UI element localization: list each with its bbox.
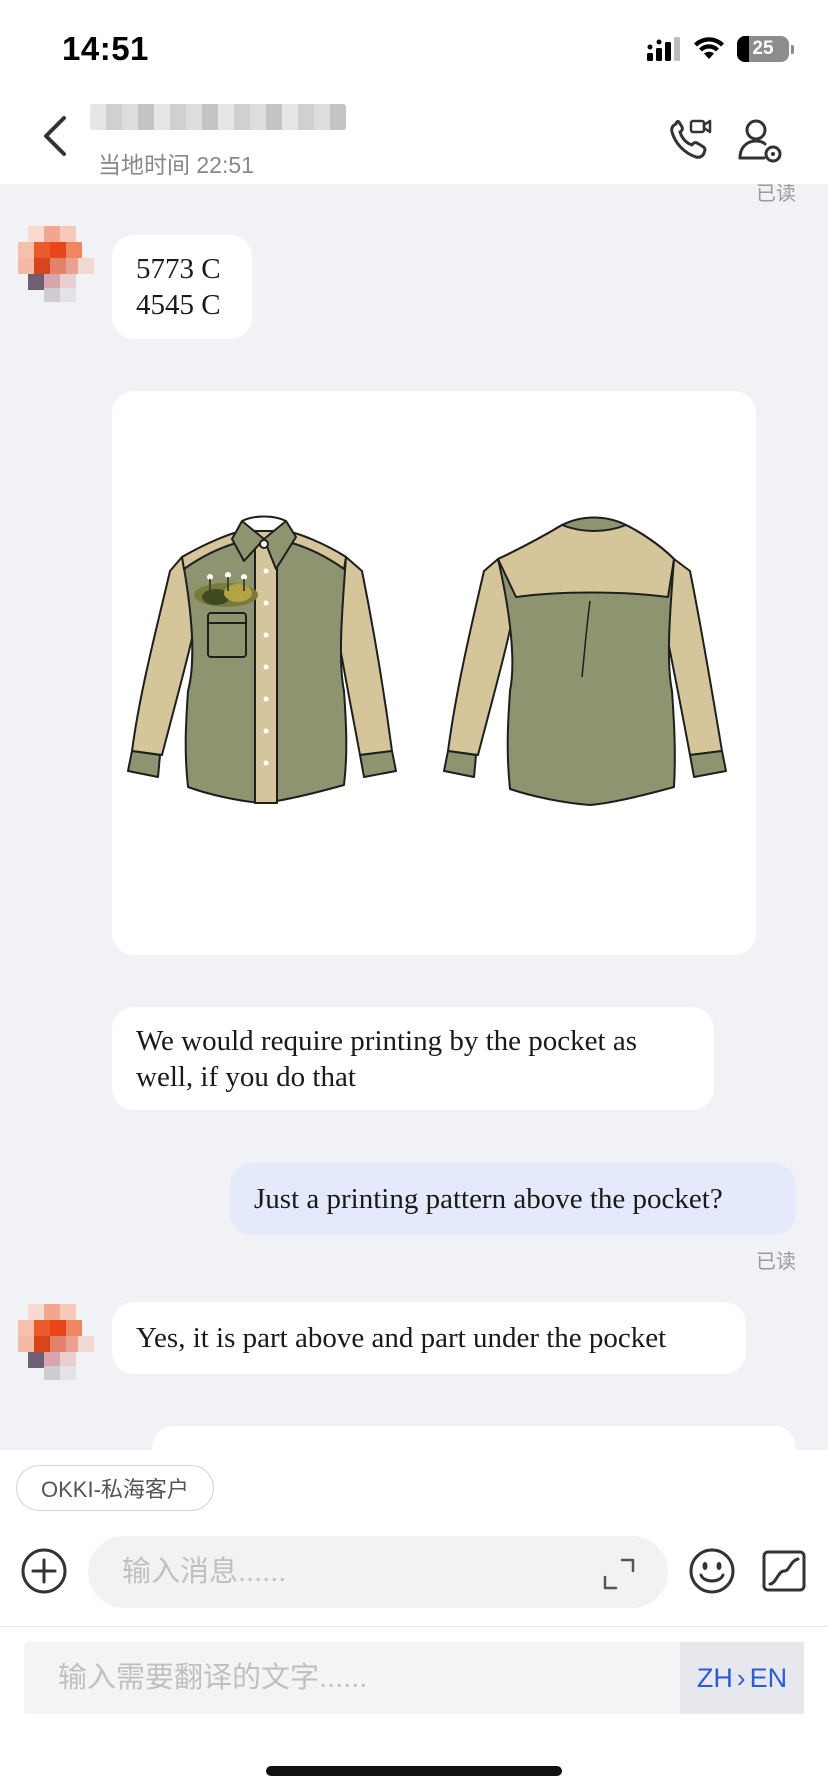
message-bubble-partial[interactable] [152,1426,796,1450]
shirt-front [127,515,397,804]
message-bubble[interactable]: Yes, it is part above and part under the… [112,1302,746,1374]
customer-tag-chip[interactable]: OKKI-私海客户 [16,1465,214,1511]
chevron-right-icon: › [736,1662,746,1693]
avatar[interactable] [18,226,94,302]
translate-bar: ZH › EN [24,1642,804,1714]
expand-input-button[interactable] [602,1557,636,1591]
emoji-button[interactable] [688,1547,736,1595]
message-bubble[interactable]: 5773 C 4545 C [112,235,252,339]
contact-settings-button[interactable] [736,116,784,164]
status-bar: 14:51 25 [0,0,828,96]
contact-local-time: 当地时间 22:51 [98,152,254,178]
divider [0,1626,828,1627]
message-text: Just a printing pattern above the pocket… [254,1183,723,1215]
shirt-front-back-image [127,515,727,806]
home-indicator [266,1766,562,1776]
status-icons: 25 [647,34,794,64]
chevron-left-icon [44,116,66,156]
video-call-icon [670,119,712,159]
translate-input[interactable] [24,1642,680,1714]
shirt-image-message[interactable] [112,391,756,955]
expand-icon [603,1558,635,1590]
wifi-icon [694,37,724,59]
battery-level: 25 [752,38,774,59]
signal-icon [647,37,680,61]
read-receipt: 已读 [756,1251,796,1273]
my-message-bubble[interactable]: Just a printing pattern above the pocket… [230,1163,796,1235]
shirt-back [443,516,727,806]
video-call-button[interactable] [666,116,714,164]
contact-name-redacted [90,104,346,130]
quick-reply-icon [762,1550,806,1592]
target-language: EN [749,1662,788,1693]
read-receipt: 已读 [756,184,796,205]
status-time: 14:51 [62,30,149,67]
battery-icon: 25 [737,36,789,62]
contact-settings-icon [738,119,782,163]
language-toggle-button[interactable]: ZH › EN [680,1642,804,1714]
message-text: Yes, it is part above and part under the… [136,1322,667,1354]
chat-header: 当地时间 22:51 [0,96,828,184]
add-attachment-button[interactable] [20,1547,68,1595]
message-text: 4545 C [136,289,221,321]
avatar[interactable] [18,1304,94,1380]
back-button[interactable] [30,108,78,164]
quick-reply-button[interactable] [760,1547,808,1595]
smiley-icon [689,1548,735,1594]
source-language: ZH [696,1662,733,1693]
chat-message-list[interactable]: 已读 5773 C 4545 C We would require printi… [0,184,828,1450]
message-text: We would require printing by the pocket … [136,1025,638,1093]
message-text: 5773 C [136,253,221,285]
message-input[interactable] [88,1536,668,1608]
message-bubble[interactable]: We would require printing by the pocket … [112,1007,714,1110]
plus-circle-icon [21,1548,67,1594]
composer-panel: OKKI-私海客户 ZH › EN [0,1450,828,1792]
